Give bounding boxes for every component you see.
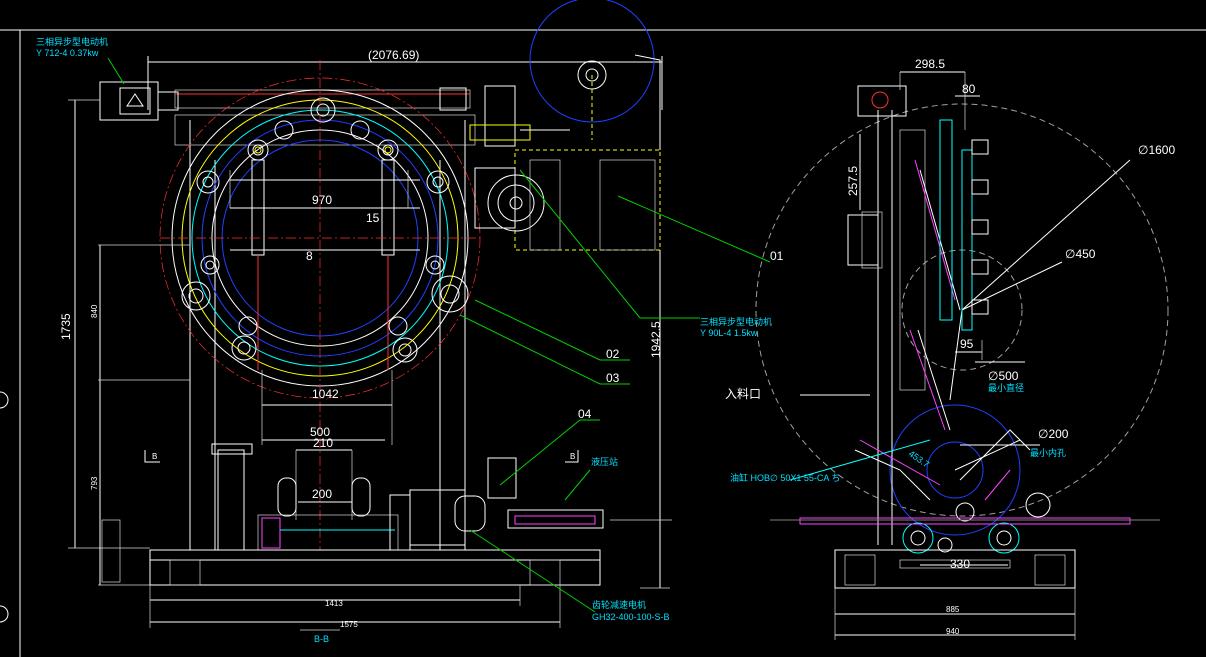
dim-80: 80 — [962, 82, 976, 96]
dim-200: 200 — [312, 487, 332, 501]
dim-1042: 1042 — [312, 387, 339, 401]
dim-970: 970 — [312, 193, 332, 207]
cad-drawing-canvas[interactable]: 三相异步型电动机 Y 712-4 0.37kw (2076.69) 970 15… — [0, 0, 1206, 657]
dim-95: 95 — [960, 337, 974, 351]
gear-motor-model: GH32-400-100-S-B — [592, 612, 670, 622]
cad-drawing: 三相异步型电动机 Y 712-4 0.37kw (2076.69) 970 15… — [0, 0, 1206, 657]
section-b-right: B — [570, 452, 575, 461]
drawing-frame — [0, 29, 1206, 657]
dim-298-5: 298.5 — [915, 57, 945, 71]
dim-840: 840 — [90, 304, 99, 318]
feed-inlet-label: 入料口 — [725, 387, 761, 401]
dim-940: 940 — [946, 627, 960, 636]
dim-257-5: 257.5 — [846, 166, 860, 196]
dim-885: 885 — [946, 605, 960, 614]
balloon-01: 01 — [770, 249, 784, 263]
min-outer-dia-label: 最小直径 — [988, 382, 1024, 393]
dim-453-7: 453.7 — [907, 448, 931, 469]
dim-330: 330 — [950, 557, 970, 571]
section-bb-label: B-B — [314, 634, 329, 644]
dim-15: 15 — [366, 211, 380, 225]
balloon-03: 03 — [606, 371, 620, 385]
motor-left-model: Y 712-4 0.37kw — [36, 48, 99, 58]
dim-1575: 1575 — [340, 620, 358, 629]
dim-overall-width: (2076.69) — [368, 48, 419, 62]
motor-left-name: 三相异步型电动机 — [36, 36, 108, 47]
hydraulic-station-label: 液压站 — [591, 456, 618, 467]
dim-210: 210 — [313, 436, 333, 450]
motor-right-name: 三相异步型电动机 — [700, 316, 772, 327]
dim-1735: 1735 — [59, 313, 73, 340]
min-inner-hole-label: 最小内孔 — [1030, 447, 1066, 458]
dim-793: 793 — [90, 476, 99, 490]
dim-dia1600: ∅1600 — [1138, 143, 1175, 157]
section-b-left: B — [152, 452, 157, 461]
dim-1413: 1413 — [325, 599, 343, 608]
balloon-02: 02 — [606, 347, 620, 361]
motor-right-model: Y 90L-4 1.5kw — [700, 328, 758, 338]
cylinder-label: 油缸 HOB∅ 50X1 55-CA ち — [730, 472, 840, 483]
dim-1942: 1942.5 — [649, 321, 663, 358]
dim-dia450: ∅450 — [1065, 247, 1096, 261]
dim-dia200: ∅200 — [1038, 427, 1069, 441]
dim-dia500: ∅500 — [988, 369, 1019, 383]
dim-8: 8 — [306, 249, 313, 263]
side-view — [755, 71, 1169, 640]
balloon-04: 04 — [578, 407, 592, 421]
gear-motor-name: 齿轮减速电机 — [592, 599, 646, 610]
front-view — [68, 0, 771, 631]
